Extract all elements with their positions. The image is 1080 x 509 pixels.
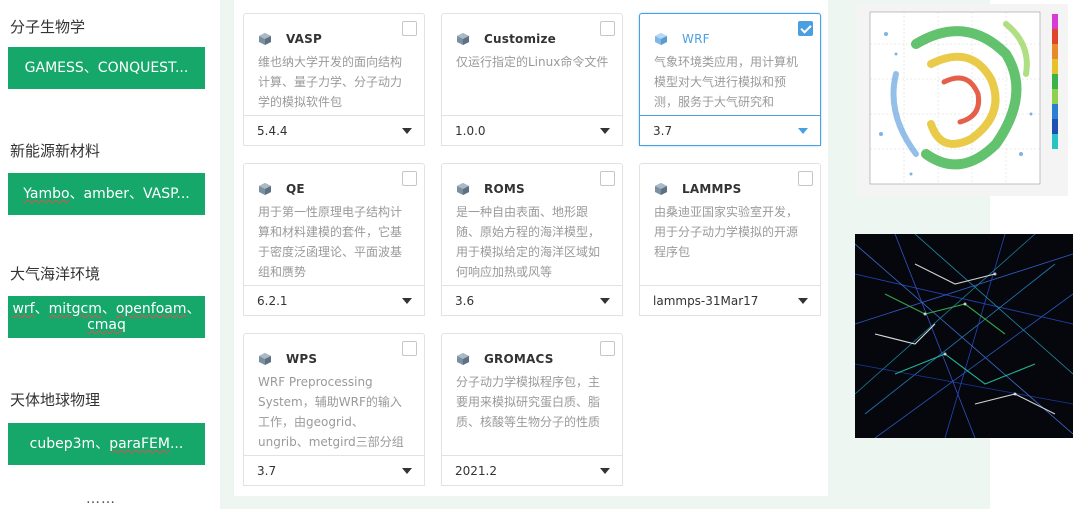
spellcheck-word: Yambo	[23, 186, 70, 202]
chevron-down-icon	[402, 127, 412, 134]
app-name: Customize	[484, 32, 557, 46]
version-value: 2021.2	[455, 463, 497, 478]
more-ellipsis: ……	[86, 491, 116, 507]
category-pill-astro-geophysics[interactable]: cubep3m、paraFEM...	[8, 423, 205, 465]
app-card-wrf[interactable]: WRF 气象环境类应用，用计算机模型对大气进行模拟和预测，服务于大气研究和 3.…	[639, 13, 821, 146]
spellcheck-word: mitgcm	[48, 301, 102, 317]
version-value: lammps-31Mar17	[653, 293, 759, 308]
select-checkbox[interactable]	[600, 21, 615, 36]
spellcheck-word: cmaq	[87, 317, 126, 333]
app-description: 分子动力学模拟程序包，主要用来模拟研究蛋白质、脂质、核酸等生物分子的性质	[456, 375, 601, 429]
app-name: GROMACS	[484, 352, 554, 366]
version-value: 3.6	[455, 293, 475, 308]
category-pill-atmosphere-ocean[interactable]: wrf、mitgcm、openfoam、 cmaq	[8, 296, 205, 338]
app-card-qe[interactable]: QE 用于第一性原理电子结构计算和材料建模的套件，它基于密度泛函理论、平面波基组…	[243, 163, 425, 316]
cube-icon	[259, 33, 271, 45]
category-label-atmosphere-ocean: 大气海洋环境	[10, 265, 101, 283]
molecular-simulation-image	[855, 234, 1073, 438]
weather-radar-image	[856, 4, 1068, 196]
category-label-molecular-biology: 分子生物学	[10, 18, 86, 36]
app-description: 维也纳大学开发的面向结构计算、量子力学、分子动力学的模拟软件包	[258, 55, 403, 109]
chevron-down-icon	[600, 297, 610, 304]
app-catalog-screen: 分子生物学 GAMESS、CONQUEST... 新能源新材料 Yambo、am…	[0, 0, 1080, 509]
select-checkbox[interactable]	[798, 21, 813, 36]
cube-icon	[457, 33, 469, 45]
category-tools-text: 、	[34, 301, 49, 317]
cube-icon	[655, 33, 667, 45]
app-description: 气象环境类应用，用计算机模型对大气进行模拟和预测，服务于大气研究和	[654, 55, 799, 109]
version-value: 1.0.0	[455, 123, 486, 138]
app-description: WRF Preprocessing System，辅助WRF的输入工作，由geo…	[258, 375, 404, 449]
cube-icon	[457, 183, 469, 195]
select-checkbox[interactable]	[402, 171, 417, 186]
category-label-new-energy: 新能源新材料	[10, 142, 101, 160]
version-select[interactable]: 3.7	[243, 455, 425, 486]
version-select[interactable]: 3.7	[639, 115, 821, 146]
select-checkbox[interactable]	[600, 171, 615, 186]
app-name: ROMS	[484, 182, 525, 196]
app-card-wps[interactable]: WPS WRF Preprocessing System，辅助WRF的输入工作，…	[243, 333, 425, 486]
spellcheck-word: wrf	[12, 301, 35, 317]
cube-icon	[259, 183, 271, 195]
app-card-roms[interactable]: ROMS 是一种自由表面、地形跟随、原始方程的海洋模型，用于模拟给定的海洋区域如…	[441, 163, 623, 316]
version-value: 3.7	[653, 123, 673, 138]
app-card-vasp[interactable]: VASP 维也纳大学开发的面向结构计算、量子力学、分子动力学的模拟软件包 5.4…	[243, 13, 425, 146]
chevron-down-icon	[600, 127, 610, 134]
app-name: LAMMPS	[682, 182, 742, 196]
spellcheck-word: paraFEM	[109, 436, 170, 452]
version-value: 3.7	[257, 463, 277, 478]
app-name: QE	[286, 182, 305, 196]
select-checkbox[interactable]	[402, 341, 417, 356]
app-name: WRF	[682, 32, 710, 46]
color-scale-legend	[1052, 14, 1058, 149]
category-pill-new-energy[interactable]: Yambo、amber、VASP...	[8, 173, 205, 215]
version-select[interactable]: 6.2.1	[243, 285, 425, 316]
app-card-gromacs[interactable]: GROMACS 分子动力学模拟程序包，主要用来模拟研究蛋白质、脂质、核酸等生物分…	[441, 333, 623, 486]
version-value: 6.2.1	[257, 293, 288, 308]
chevron-down-icon	[600, 467, 610, 474]
app-description: 是一种自由表面、地形跟随、原始方程的海洋模型，用于模拟给定的海洋区域如何响应加热…	[456, 205, 601, 279]
chevron-down-icon	[402, 467, 412, 474]
version-select[interactable]: 3.6	[441, 285, 623, 316]
chevron-down-icon	[402, 297, 412, 304]
app-card-panel: VASP 维也纳大学开发的面向结构计算、量子力学、分子动力学的模拟软件包 5.4…	[234, 0, 828, 496]
cube-icon	[457, 353, 469, 365]
version-select[interactable]: lammps-31Mar17	[639, 285, 821, 316]
select-checkbox[interactable]	[402, 21, 417, 36]
category-tools-text: 、amber、VASP...	[69, 186, 190, 202]
category-pill-molecular-biology[interactable]: GAMESS、CONQUEST...	[8, 47, 205, 89]
app-card-customize[interactable]: Customize 仅运行指定的Linux命令文件 1.0.0	[441, 13, 623, 146]
chevron-down-icon	[798, 127, 808, 134]
app-description: 用于第一性原理电子结构计算和材料建模的套件，它基于密度泛函理论、平面波基组和赝势	[258, 205, 403, 279]
app-card-lammps[interactable]: LAMMPS 由桑迪亚国家实验室开发，用于分子动力学模拟的开源程序包 lammp…	[639, 163, 821, 316]
spellcheck-word: openfoam	[115, 301, 187, 317]
app-name: WPS	[286, 352, 318, 366]
category-tools-text: 、	[101, 301, 116, 317]
select-checkbox[interactable]	[600, 341, 615, 356]
select-checkbox[interactable]	[798, 171, 813, 186]
app-description: 仅运行指定的Linux命令文件	[456, 55, 609, 69]
category-tools-text: 、	[186, 301, 201, 317]
app-name: VASP	[286, 32, 322, 46]
category-tools-text: ...	[169, 436, 184, 452]
version-select[interactable]: 1.0.0	[441, 115, 623, 146]
category-tools-text: cubep3m、	[29, 436, 110, 452]
cube-icon	[259, 353, 271, 365]
app-description: 由桑迪亚国家实验室开发，用于分子动力学模拟的开源程序包	[654, 205, 799, 259]
version-select[interactable]: 5.4.4	[243, 115, 425, 146]
version-select[interactable]: 2021.2	[441, 455, 623, 486]
category-label-astro-geophysics: 天体地球物理	[10, 391, 101, 409]
cube-icon	[655, 183, 667, 195]
version-value: 5.4.4	[257, 123, 288, 138]
chevron-down-icon	[798, 297, 808, 304]
